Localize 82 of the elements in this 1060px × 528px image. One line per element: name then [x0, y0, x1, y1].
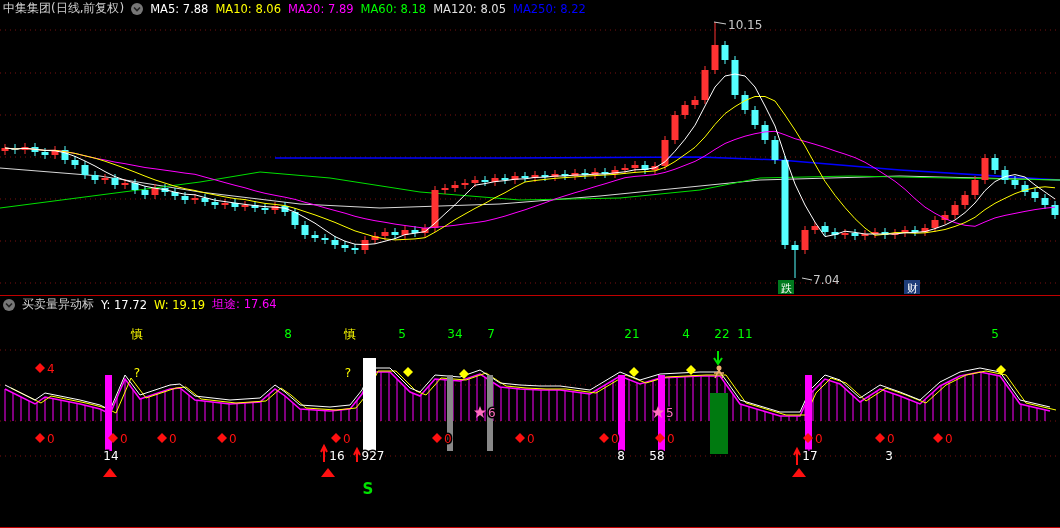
collapse-icon[interactable]	[3, 298, 15, 311]
person-icon	[713, 365, 725, 379]
diamond-count: 0	[229, 432, 237, 446]
diamond-icon	[157, 433, 167, 443]
diamond-count: 0	[815, 432, 823, 446]
volume-bar	[710, 393, 728, 454]
diamond-icon	[403, 367, 413, 377]
diamond-icon	[655, 433, 665, 443]
leader-line	[713, 21, 727, 25]
volume-count: 17	[802, 449, 818, 463]
signal-label: 4	[682, 327, 690, 341]
diamond-icon	[933, 433, 943, 443]
diamond-icon	[35, 433, 45, 443]
diamond-icon	[35, 363, 45, 373]
triangle-icon	[321, 468, 335, 477]
diamond-icon	[331, 433, 341, 443]
signal-label: 慎	[131, 327, 143, 341]
diamond-count: 0	[945, 432, 953, 446]
signal-letter: S	[362, 480, 374, 498]
star-icon	[652, 406, 664, 418]
indicator-title: 买卖量异动标	[22, 296, 94, 313]
event-marker: 跌	[780, 282, 792, 295]
diamond-count: 0	[527, 432, 535, 446]
ma-reading: MA120: 8.05	[433, 1, 506, 16]
diamond-icon	[432, 433, 442, 443]
volume-count: 8	[617, 449, 625, 463]
up-arrow-icon	[793, 446, 801, 466]
diamond-count: 0	[611, 432, 619, 446]
diamond-icon	[515, 433, 525, 443]
ma-reading: MA5: 7.88	[150, 1, 209, 16]
signal-label: 慎	[344, 327, 356, 341]
diamond-icon	[996, 365, 1006, 375]
diamond-icon	[875, 433, 885, 443]
up-arrow-icon	[320, 443, 328, 463]
volume-count: 58	[649, 449, 665, 463]
signal-label: 21	[624, 327, 640, 341]
signal-label: 22	[714, 327, 730, 341]
volume-count: 927	[361, 449, 385, 463]
signal-label: 5	[991, 327, 999, 341]
event-marker: 财	[906, 282, 918, 295]
high-price-label: 10.15	[728, 18, 763, 32]
diamond-count: 0	[47, 432, 55, 446]
signal-label: 7	[487, 327, 495, 341]
diamond-count: 0	[343, 432, 351, 446]
signal-label: 5	[398, 327, 406, 341]
leader-line	[801, 277, 813, 281]
diamond-icon	[803, 433, 813, 443]
diamond-icon	[599, 433, 609, 443]
star-icon	[474, 406, 486, 418]
down-arrow-icon	[713, 350, 723, 366]
signal-label: 8	[284, 327, 292, 341]
star-count: 5	[666, 406, 674, 420]
collapse-icon[interactable]	[131, 2, 144, 15]
volume-count: 14	[103, 449, 119, 463]
diamond-icon	[217, 433, 227, 443]
indicator-reading: 坦途: 17.64	[212, 297, 277, 312]
indicator-reading: Y: 17.72	[101, 297, 147, 312]
diamond-icon	[459, 369, 469, 379]
diamond-icon	[629, 367, 639, 377]
question-mark: ?	[344, 366, 352, 380]
signal-label: 34	[447, 327, 463, 341]
diamond-icon	[108, 433, 118, 443]
chart-title: 中集集团(日线,前复权)	[3, 0, 125, 17]
low-price-label: 7.04	[813, 273, 840, 287]
ma-reading: MA20: 7.89	[288, 1, 354, 16]
triangle-icon	[103, 468, 117, 477]
diamond-icon	[686, 365, 696, 375]
signal-label: 11	[737, 327, 753, 341]
triangle-icon	[792, 468, 806, 477]
up-arrow-icon	[353, 446, 361, 463]
ma-reading: MA250: 8.22	[513, 1, 586, 16]
ma-reading: MA10: 8.06	[215, 1, 281, 16]
diamond-count: 0	[169, 432, 177, 446]
volume-count: 3	[885, 449, 893, 463]
ma-reading: MA60: 8.18	[360, 1, 427, 16]
indicator-reading: W: 19.19	[153, 297, 206, 312]
diamond-count: 0	[120, 432, 128, 446]
question-mark: ?	[133, 366, 141, 380]
volume-count: 16	[329, 449, 345, 463]
diamond-count: 0	[887, 432, 895, 446]
diamond-count: 4	[47, 362, 55, 376]
diamond-count: 0	[667, 432, 675, 446]
